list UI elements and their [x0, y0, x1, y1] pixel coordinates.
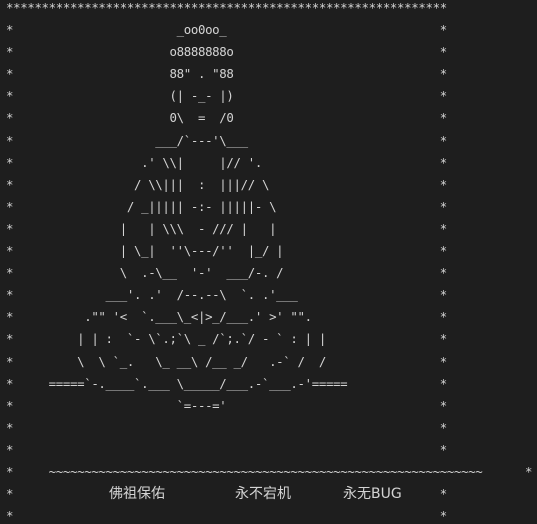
ascii-line: * (| -_- |) *	[6, 88, 447, 104]
ascii-line: * ."" '< `.___\_<|>_/___.' >' "". *	[6, 309, 447, 325]
ascii-line: * _oo0oo_ *	[6, 22, 447, 38]
ascii-line: * | \_| ''\---/'' |_/ | *	[6, 243, 447, 259]
ascii-line: * .' \\| |// '. *	[6, 154, 447, 170]
blessing-text: 佛祖保佑 永不宕机 永无BUG	[109, 482, 402, 504]
ascii-line: * =====`-.____`.___ \_____/___.-`___.-'=…	[6, 375, 447, 391]
ascii-line: * 88" . "88 *	[6, 66, 447, 82]
ascii-line: * | | \\\ - /// | | *	[6, 220, 447, 236]
buddha-ascii-art: ****************************************…	[6, 0, 532, 524]
ascii-line: * / _||||| -:- |||||- \ *	[6, 198, 447, 214]
ascii-line: * / \\||| : |||// \ *	[6, 176, 447, 192]
code-comment-banner: ****************************************…	[0, 0, 537, 524]
blessing-line-2: 永不宕机	[235, 486, 291, 502]
ascii-line: * ___'. .' /--.--\ `. .'___ *	[6, 287, 447, 303]
ascii-line: * 0\ = /0 *	[6, 110, 447, 126]
ascii-line: * \ \ `_. \_ __\ /__ _/ .-` / / *	[6, 353, 447, 369]
ascii-line: ****************************************…	[6, 0, 447, 15]
ascii-line: * ___/`---'\___ *	[6, 132, 447, 148]
ascii-line: * \ .-\__ '-' ___/-. / *	[6, 265, 447, 281]
blessing-line-1: 佛祖保佑	[109, 486, 165, 502]
ascii-line: * *	[6, 419, 447, 435]
ascii-line: * | | : `- \`.;`\ _ /`;.`/ - ` : | | *	[6, 331, 447, 347]
ascii-line: * o8888888o *	[6, 44, 447, 60]
ascii-line: * *	[6, 508, 447, 524]
ascii-line: * *	[6, 441, 447, 457]
ascii-line: * `=---=' *	[6, 397, 447, 413]
blessing-line-3: 永无BUG	[343, 486, 402, 502]
ascii-line: * ~~~~~~~~~~~~~~~~~~~~~~~~~~~~~~~~~~~~~~…	[6, 463, 533, 479]
